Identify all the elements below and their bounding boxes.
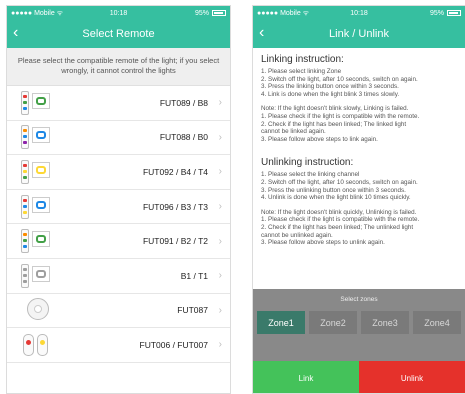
remote-label: FUT006 / FUT007 (139, 339, 209, 350)
zone-button-4[interactable]: Zone4 (413, 311, 461, 334)
nav-bar: ‹ Select Remote (7, 20, 230, 48)
remote-thumbnail-icon (19, 124, 53, 150)
remote-row[interactable]: FUT089 / B8 › (7, 86, 230, 121)
remote-list: FUT089 / B8 › FUT088 / B0 › FUT092 / B4 / T4… (7, 86, 230, 363)
remote-thumbnail-icon (19, 194, 53, 220)
remote-row[interactable]: FUT096 / B3 / T3 › (7, 190, 230, 225)
instruction-line: 1. Please select the linking channel (261, 171, 360, 179)
zone-buttons: Zone1 Zone2 Zone3 Zone4 (253, 311, 465, 334)
chevron-right-icon: › (218, 270, 222, 282)
chevron-right-icon: › (218, 235, 222, 247)
remote-label: FUT089 / B8 (159, 97, 208, 108)
battery-icon (447, 10, 461, 16)
nav-bar: ‹ Link / Unlink (253, 20, 465, 48)
status-bar: ●●●●● Mobile ᯤ 10:18 95% (253, 6, 465, 20)
chevron-right-icon: › (218, 97, 222, 109)
status-bar: ●●●●● Mobile ᯤ 10:18 95% (7, 6, 230, 20)
instruction-line: 3. Press the unlinking button once withi… (261, 186, 406, 194)
linking-title: Linking instruction: (261, 54, 344, 65)
link-button[interactable]: Link (253, 361, 359, 393)
zone-button-1[interactable]: Zone1 (257, 311, 305, 334)
remote-row[interactable]: FUT092 / B4 / T4 › (7, 155, 230, 190)
remote-row[interactable]: FUT088 / B0 › (7, 121, 230, 156)
instruction-line: Note: If the light doesn't blink slowly,… (261, 105, 409, 113)
back-button[interactable]: ‹ (13, 24, 18, 42)
instruction-line: 4. Link is done when the light blink 3 t… (261, 90, 400, 98)
remote-thumbnail-icon (19, 228, 53, 254)
instruction-line: 2. Check if the light has been linked; T… (261, 120, 407, 128)
remote-label: FUT088 / B0 (159, 132, 208, 143)
chevron-right-icon: › (218, 339, 222, 351)
instruction-line: 3. Please follow above steps to unlink a… (261, 239, 385, 247)
battery-icon (212, 10, 226, 16)
unlinking-note: Note: If the light doesn't blink quickly… (261, 209, 457, 247)
linking-note: Note: If the light doesn't blink slowly,… (261, 105, 457, 143)
chevron-right-icon: › (218, 166, 222, 178)
zone-button-3[interactable]: Zone3 (361, 311, 409, 334)
unlinking-steps: 1. Please select the linking channel 2. S… (261, 171, 457, 201)
instruction-line: 2. Switch off the light, after 10 second… (261, 178, 418, 186)
linking-steps: 1. Please select linking Zone 2. Switch o… (261, 68, 457, 98)
unlink-button[interactable]: Unlink (359, 361, 465, 393)
instruction-line: 2. Check if the light has been linked; T… (261, 223, 414, 231)
page-title: Link / Unlink (329, 28, 389, 40)
chevron-left-icon: ‹ (259, 24, 265, 41)
back-button[interactable]: ‹ (259, 24, 264, 42)
remote-row[interactable]: B1 / T1 › (7, 259, 230, 294)
clock-label: 10:18 (350, 9, 368, 17)
instruction-line: cannot be unlinked again. (261, 231, 333, 239)
instruction-line: 1. Please check if the light is compatib… (261, 112, 420, 120)
chevron-left-icon: ‹ (13, 24, 19, 41)
compatibility-notice: Please select the compatible remote of t… (7, 48, 230, 86)
chevron-right-icon: › (218, 201, 222, 213)
remote-label: FUT092 / B4 / T4 (142, 166, 208, 177)
instruction-line: Note: If the light doesn't blink quickly… (261, 208, 417, 216)
instruction-line: 3. Press the linking button once within … (261, 83, 399, 91)
remote-thumbnail-icon (19, 159, 53, 185)
remote-thumbnail-icon (19, 297, 53, 323)
page-title: Select Remote (82, 28, 155, 40)
zones-title: Select zones (340, 296, 378, 303)
remote-row[interactable]: FUT087 › (7, 294, 230, 329)
remote-thumbnail-icon (19, 263, 53, 289)
remote-thumbnail-icon (19, 332, 53, 358)
select-remote-screen: ●●●●● Mobile ᯤ 10:18 95% ‹ Select Remote… (6, 5, 231, 394)
instructions: Linking instruction: 1. Please select li… (253, 48, 465, 290)
instruction-line: 2. Switch off the light, after 10 second… (261, 75, 418, 83)
remote-label: FUT096 / B3 / T3 (142, 201, 208, 212)
remote-row[interactable]: FUT091 / B2 / T2 › (7, 224, 230, 259)
remote-row[interactable]: FUT006 / FUT007 › (7, 328, 230, 363)
zone-selector: Select zones Zone1 Zone2 Zone3 Zone4 (253, 289, 465, 361)
remote-label: FUT091 / B2 / T2 (142, 236, 208, 247)
instruction-line: cannot be linked again. (261, 128, 326, 136)
unlinking-title: Unlinking instruction: (261, 157, 354, 169)
remote-label: B1 / T1 (180, 270, 208, 281)
instruction-line: 1. Please check if the light is compatib… (261, 216, 420, 224)
clock-label: 10:18 (109, 9, 128, 17)
remote-label: FUT087 (177, 305, 208, 316)
chevron-right-icon: › (218, 131, 222, 143)
action-bar: Link Unlink (253, 361, 465, 393)
instruction-line: 1. Please select linking Zone (261, 68, 342, 75)
instruction-line: 3. Please follow above steps to link aga… (261, 135, 378, 143)
chevron-right-icon: › (218, 304, 222, 316)
instruction-line: 4. Unlink is done when the light blink 1… (261, 194, 411, 202)
remote-thumbnail-icon (19, 90, 53, 116)
zone-button-2[interactable]: Zone2 (309, 311, 357, 334)
link-unlink-screen: ●●●●● Mobile ᯤ 10:18 95% ‹ Link / Unlink… (252, 5, 465, 394)
